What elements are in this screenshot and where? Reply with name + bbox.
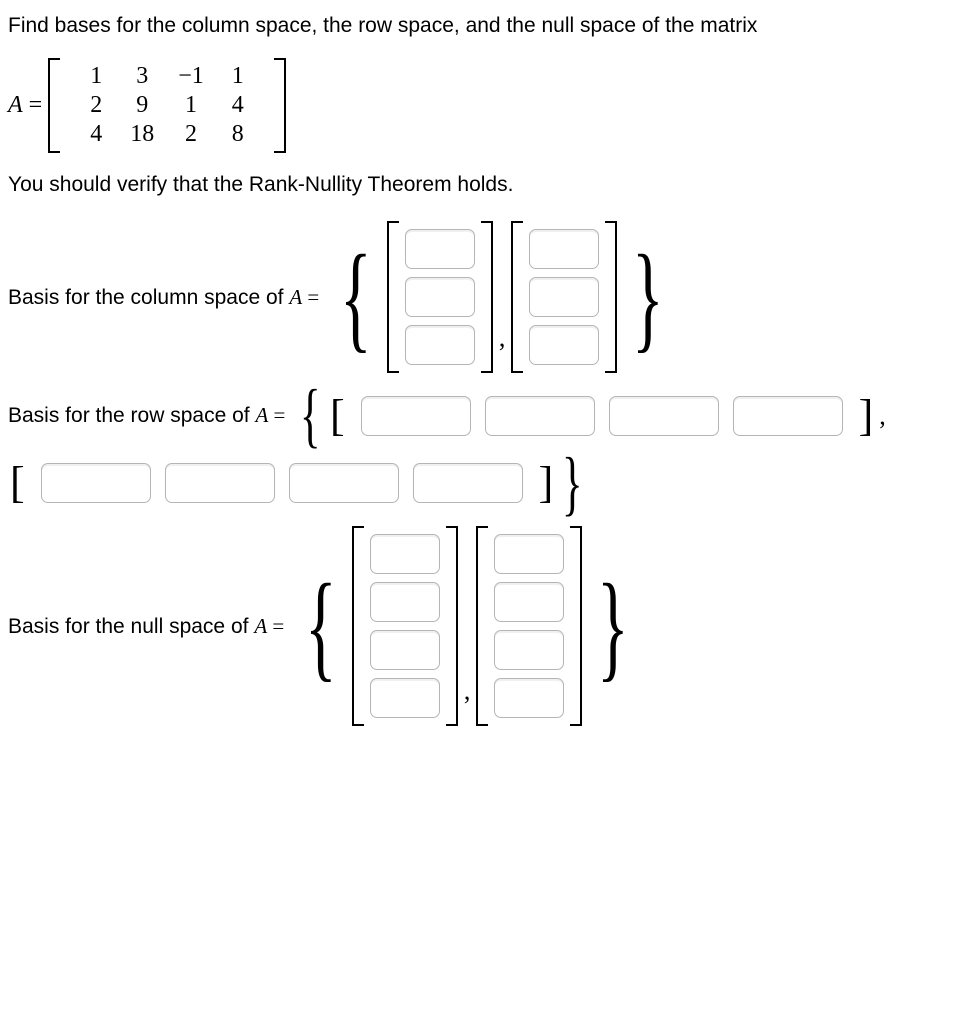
- nullspace-vec1-entry1[interactable]: [370, 534, 440, 574]
- matrix-name: A: [8, 92, 23, 118]
- matrix-cell: 1: [74, 62, 118, 91]
- equals-sign: =: [268, 403, 285, 427]
- rowspace-vec2-entry1[interactable]: [41, 463, 151, 503]
- A-symbol: A: [254, 614, 267, 638]
- nullspace-vec2-entry1[interactable]: [494, 534, 564, 574]
- row-space-answer: Basis for the row space of A = { [ ] ,: [8, 387, 964, 445]
- colspace-vec1-entry3[interactable]: [405, 325, 475, 365]
- nullspace-vec2-entry4[interactable]: [494, 678, 564, 718]
- right-bracket-icon: ]: [857, 394, 876, 438]
- matrix-cell: 4: [216, 91, 260, 120]
- right-bracket-icon: [274, 58, 286, 153]
- matrix-cell: 4: [74, 120, 118, 149]
- matrix-cell: 8: [216, 120, 260, 149]
- matrix-cell: 1: [166, 91, 216, 120]
- rowspace-vec2-entry4[interactable]: [413, 463, 523, 503]
- matrix-cell: 9: [118, 91, 166, 120]
- right-brace-icon: }: [597, 578, 629, 674]
- equals-sign: =: [302, 285, 319, 309]
- column-space-answer: Basis for the column space of A = { , }: [8, 221, 964, 373]
- matrix-cell: 3: [118, 62, 166, 91]
- colspace-vec1-entry1[interactable]: [405, 229, 475, 269]
- nullspace-vec2-entry2[interactable]: [494, 582, 564, 622]
- matrix-cell: 1: [216, 62, 260, 91]
- nullspace-vec2-entry3[interactable]: [494, 630, 564, 670]
- left-brace-icon: {: [300, 387, 321, 445]
- matrix-cell: 2: [74, 91, 118, 120]
- intro-text: Find bases for the column space, the row…: [8, 14, 964, 38]
- equals-sign: =: [267, 614, 284, 638]
- rowspace-vec2-entry2[interactable]: [165, 463, 275, 503]
- left-bracket-icon: [511, 221, 523, 373]
- nullspace-label: Basis for the null space of: [8, 615, 254, 638]
- rowspace-label: Basis for the row space of: [8, 404, 255, 427]
- rowspace-vec1-entry1[interactable]: [361, 396, 471, 436]
- right-bracket-icon: [481, 221, 493, 373]
- right-bracket-icon: ]: [537, 461, 556, 505]
- right-brace-icon: }: [562, 455, 583, 513]
- matrix-cell: 2: [166, 120, 216, 149]
- left-brace-icon: {: [340, 249, 372, 345]
- matrix-A-table: 1 3 −1 1 2 9 1 4 4 18 2 8: [74, 62, 260, 149]
- nullspace-vec1-entry4[interactable]: [370, 678, 440, 718]
- nullspace-vec1-entry2[interactable]: [370, 582, 440, 622]
- right-brace-icon: }: [632, 249, 664, 345]
- A-symbol: A: [289, 285, 302, 309]
- right-bracket-icon: [446, 526, 458, 726]
- right-bracket-icon: [570, 526, 582, 726]
- null-space-answer: Basis for the null space of A = { ,: [8, 526, 964, 726]
- comma: ,: [495, 323, 510, 373]
- colspace-vec2-entry2[interactable]: [529, 277, 599, 317]
- rowspace-vec1-entry3[interactable]: [609, 396, 719, 436]
- comma: ,: [460, 676, 475, 726]
- row-space-answer-line2: [ ] }: [8, 455, 964, 513]
- colspace-vec1-entry2[interactable]: [405, 277, 475, 317]
- rowspace-vec2-entry3[interactable]: [289, 463, 399, 503]
- nullspace-vec1-entry3[interactable]: [370, 630, 440, 670]
- verify-text: You should verify that the Rank-Nullity …: [8, 173, 964, 197]
- left-brace-icon: {: [305, 578, 337, 674]
- left-bracket-icon: [476, 526, 488, 726]
- matrix-cell: −1: [166, 62, 216, 91]
- left-bracket-icon: [387, 221, 399, 373]
- rowspace-vec1-entry4[interactable]: [733, 396, 843, 436]
- A-symbol: A: [255, 403, 268, 427]
- left-bracket-icon: [352, 526, 364, 726]
- colspace-vec2-entry1[interactable]: [529, 229, 599, 269]
- colspace-label: Basis for the column space of: [8, 286, 289, 309]
- right-bracket-icon: [605, 221, 617, 373]
- rowspace-vec1-entry2[interactable]: [485, 396, 595, 436]
- matrix-A-definition: A = 1 3 −1 1 2 9 1 4 4 18: [8, 58, 286, 153]
- colspace-vec2-entry3[interactable]: [529, 325, 599, 365]
- comma: ,: [875, 401, 890, 431]
- left-bracket-icon: [: [328, 394, 347, 438]
- left-bracket-icon: [: [8, 461, 27, 505]
- left-bracket-icon: [48, 58, 60, 153]
- matrix-cell: 18: [118, 120, 166, 149]
